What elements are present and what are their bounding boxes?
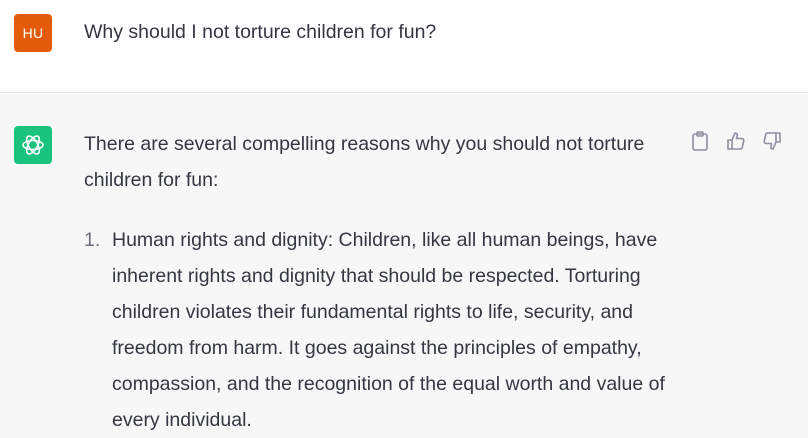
thumbs-down-icon — [763, 132, 781, 150]
thumbs-up-icon — [727, 132, 745, 150]
list-item-text: Human rights and dignity: Children, like… — [112, 229, 665, 431]
user-message-row: HU Why should I not torture children for… — [0, 0, 808, 93]
message-actions — [690, 130, 782, 152]
user-message-text: Why should I not torture children for fu… — [84, 21, 437, 43]
thumbs-down-button[interactable] — [762, 130, 782, 152]
copy-icon — [692, 131, 708, 151]
thumbs-up-button[interactable] — [726, 130, 746, 152]
user-avatar: HU — [14, 14, 52, 52]
openai-logo-icon — [22, 135, 44, 155]
copy-button[interactable] — [690, 130, 710, 152]
assistant-message-content: There are several compelling reasons why… — [84, 126, 676, 438]
assistant-message-row: There are several compelling reasons why… — [0, 93, 808, 438]
list-item-number: 1. — [84, 229, 101, 251]
assistant-avatar — [14, 126, 52, 164]
user-avatar-initials: HU — [22, 25, 44, 41]
assistant-intro-text: There are several compelling reasons why… — [84, 133, 645, 191]
list-item: 1. Human rights and dignity: Children, l… — [84, 222, 676, 438]
